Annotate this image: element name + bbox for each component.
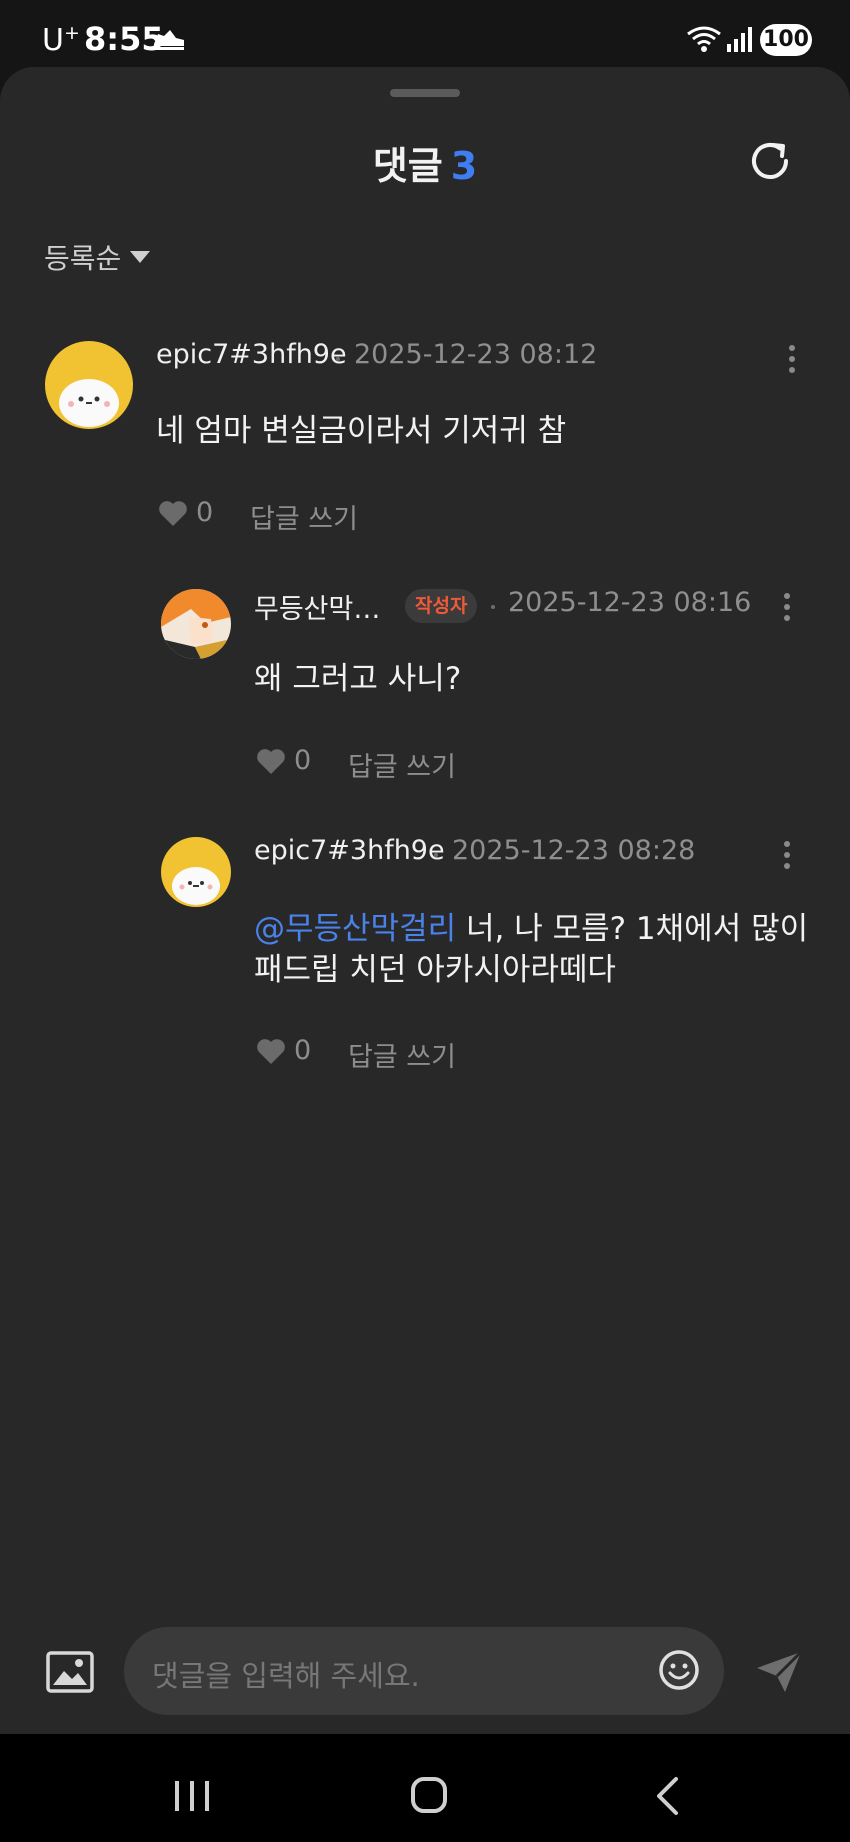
emoji-icon[interactable]: [658, 1649, 700, 1691]
comment-input[interactable]: 댓글을 입력해 주세요.: [124, 1627, 724, 1715]
send-icon[interactable]: [755, 1650, 803, 1694]
recent-apps-icon[interactable]: [172, 1779, 212, 1813]
image-attach-icon[interactable]: [46, 1651, 94, 1693]
wifi-icon: [687, 26, 721, 52]
like-button[interactable]: 0: [256, 1035, 311, 1066]
heart-icon: [257, 1038, 285, 1064]
carrier-label: U+: [42, 22, 80, 58]
avatar[interactable]: [161, 837, 231, 907]
comment-body-line1: 너, 나 모름? 1채에서 많이: [456, 911, 809, 947]
signal-icon: [727, 27, 752, 52]
system-navigation-bar: [0, 1734, 850, 1842]
reply-comment-item: epic7#3hfh9e 2025-12-23 08:28 @무등산막걸리 너,…: [0, 67, 850, 1073]
comments-sheet: 댓글 3 등록순 epic7#3hfh9e 2025-12-23 08:12 네…: [0, 67, 850, 1734]
like-count: 0: [294, 1035, 312, 1066]
home-icon[interactable]: [410, 1776, 448, 1814]
face-avatar-icon: [161, 837, 231, 907]
comment-body: @무등산막걸리 너, 나 모름? 1채에서 많이 패드립 치던 아카시아라떼다: [254, 909, 808, 991]
battery-indicator: 100: [760, 24, 812, 56]
back-icon[interactable]: [654, 1776, 680, 1816]
more-options-icon[interactable]: [784, 841, 790, 874]
shoe-icon: [154, 30, 184, 50]
comment-body-line2: 패드립 치던 아카시아라떼다: [254, 952, 616, 988]
comment-input-placeholder: 댓글을 입력해 주세요.: [152, 1659, 420, 1693]
mention-link[interactable]: @무등산막걸리: [254, 911, 456, 947]
comment-date: 2025-12-23 08:28: [452, 835, 696, 866]
comment-author[interactable]: epic7#3hfh9e: [254, 835, 445, 866]
reply-button[interactable]: 답글 쓰기: [348, 1035, 456, 1074]
separator-dot: [434, 853, 438, 857]
